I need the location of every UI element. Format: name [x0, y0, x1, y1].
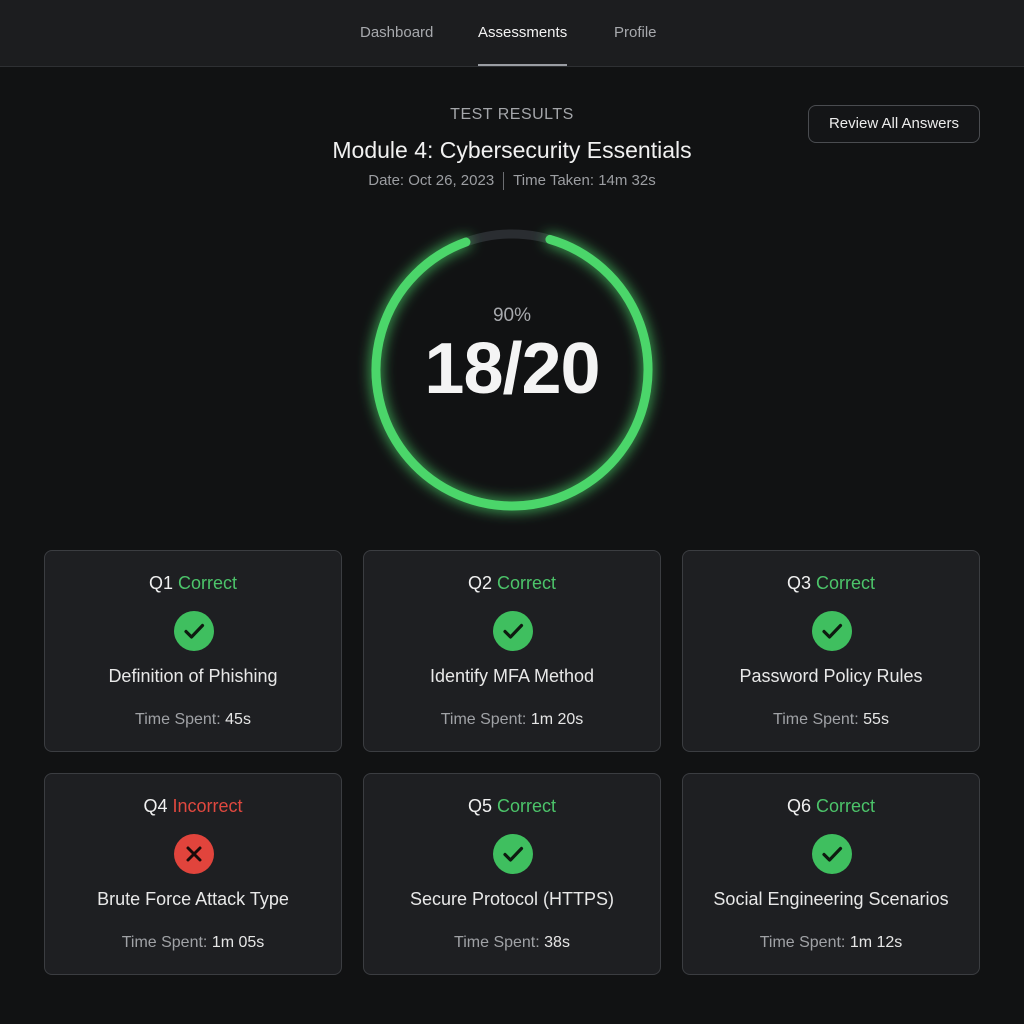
- question-status: Correct: [816, 796, 876, 816]
- time-spent-label: Time Spent:: [121, 934, 208, 951]
- question-card[interactable]: Q5 Correct Secure Protocol (HTTPS) Time Sp…: [363, 773, 661, 975]
- time-spent: Time Spent: 1m 05s: [45, 934, 341, 952]
- review-all-answers-button[interactable]: Review All Answers: [808, 105, 980, 143]
- question-card[interactable]: Q3 Correct Password Policy Rules Time Spen…: [682, 550, 980, 752]
- question-heading: Q1 Correct: [45, 573, 341, 594]
- question-status: Incorrect: [172, 796, 243, 816]
- question-heading: Q2 Correct: [364, 573, 660, 594]
- test-meta: Date: Oct 26, 2023 Time Taken: 14m 32s: [0, 172, 1024, 191]
- question-topic: Password Policy Rules: [739, 666, 923, 686]
- time-spent-value: 1m 12s: [849, 934, 903, 951]
- question-topic: Definition of Phishing: [108, 666, 278, 686]
- tab-assessments[interactable]: Assessments: [478, 0, 568, 66]
- time-spent: Time Spent: 45s: [45, 711, 341, 729]
- time-spent-label: Time Spent:: [440, 711, 527, 728]
- question-heading: Q4 Incorrect: [45, 796, 341, 817]
- check-icon: [812, 611, 852, 651]
- question-card[interactable]: Q4 Incorrect Brute Force Attack Type Time …: [44, 773, 342, 975]
- score-value: 18/20: [424, 329, 600, 409]
- question-heading: Q3 Correct: [683, 573, 979, 594]
- question-number: Q5: [467, 796, 492, 816]
- time-spent-value: 45s: [225, 711, 251, 728]
- question-topic: Social Engineering Scenarios: [713, 889, 949, 909]
- time-spent: Time Spent: 1m 20s: [364, 711, 660, 729]
- question-topic: Brute Force Attack Type: [97, 889, 289, 909]
- question-number: Q1: [148, 573, 173, 593]
- check-icon: [812, 834, 852, 874]
- time-spent: Time Spent: 1m 12s: [683, 934, 979, 952]
- question-number: Q4: [143, 796, 168, 816]
- time-spent-value: 38s: [544, 934, 570, 951]
- time-spent-value: 55s: [863, 711, 889, 728]
- top-navigation: Dashboard Assessments Profile: [0, 0, 1024, 67]
- tab-profile[interactable]: Profile: [614, 0, 657, 66]
- check-icon: [493, 611, 533, 651]
- question-status: Correct: [497, 796, 557, 816]
- time-spent-label: Time Spent:: [773, 711, 859, 728]
- question-number: Q2: [467, 573, 492, 593]
- question-heading: Q6 Correct: [683, 796, 979, 817]
- question-status: Correct: [178, 573, 238, 593]
- question-card[interactable]: Q6 Correct Social Engineering Scenarios Ti…: [682, 773, 980, 975]
- question-card[interactable]: Q1 Correct Definition of Phishing Time Spe…: [44, 550, 342, 752]
- question-card[interactable]: Q2 Correct Identify MFA Method Time Spent:…: [363, 550, 661, 752]
- score-percent: 90%: [492, 305, 532, 326]
- time-taken: Time Taken: 14m 32s: [513, 172, 656, 189]
- time-spent: Time Spent: 55s: [683, 711, 979, 729]
- time-spent-label: Time Spent:: [135, 711, 221, 728]
- time-spent-value: 1m 20s: [530, 711, 584, 728]
- time-spent-label: Time Spent:: [454, 934, 540, 951]
- time-spent-value: 1m 05s: [211, 934, 265, 951]
- question-number: Q3: [786, 573, 811, 593]
- x-icon: [174, 834, 214, 874]
- test-date: Date: Oct 26, 2023: [368, 172, 495, 189]
- check-icon: [174, 611, 214, 651]
- question-topic: Identify MFA Method: [429, 666, 595, 686]
- question-topic: Secure Protocol (HTTPS): [409, 889, 615, 909]
- question-status: Correct: [497, 573, 557, 593]
- question-status: Correct: [816, 573, 876, 593]
- tab-dashboard[interactable]: Dashboard: [360, 0, 433, 66]
- question-number: Q6: [786, 796, 811, 816]
- check-icon: [493, 834, 533, 874]
- meta-divider: [503, 172, 505, 191]
- time-spent: Time Spent: 38s: [364, 934, 660, 952]
- time-spent-label: Time Spent:: [759, 934, 846, 951]
- question-heading: Q5 Correct: [364, 796, 660, 817]
